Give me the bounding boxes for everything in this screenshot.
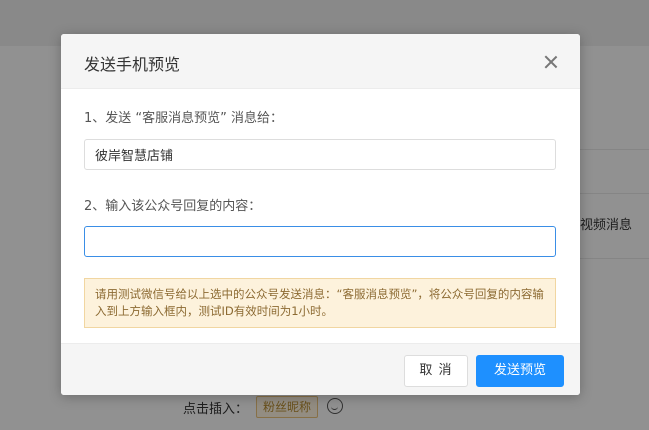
send-preview-button[interactable]: 发送预览 <box>476 355 564 387</box>
close-icon[interactable] <box>542 53 560 71</box>
account-name-field[interactable] <box>84 139 556 170</box>
step2-label: 2、输入该公众号回复的内容： <box>84 199 262 214</box>
notice-box: 请用测试微信号给以上选中的公众号发送消息：“客服消息预览”，将公众号回复的内容输… <box>84 278 556 328</box>
reply-content-input[interactable] <box>84 226 556 257</box>
cancel-button[interactable]: 取 消 <box>404 355 468 387</box>
step1-label: 1、发送 “客服消息预览” 消息给： <box>84 111 284 126</box>
dialog-title: 发送手机预览 <box>84 55 181 74</box>
send-phone-preview-dialog: 发送手机预览 1、发送 “客服消息预览” 消息给： 2、输入该公众号回复的内容：… <box>61 34 580 395</box>
dialog-header: 发送手机预览 <box>61 34 580 89</box>
dialog-footer: 取 消 发送预览 <box>61 343 580 395</box>
